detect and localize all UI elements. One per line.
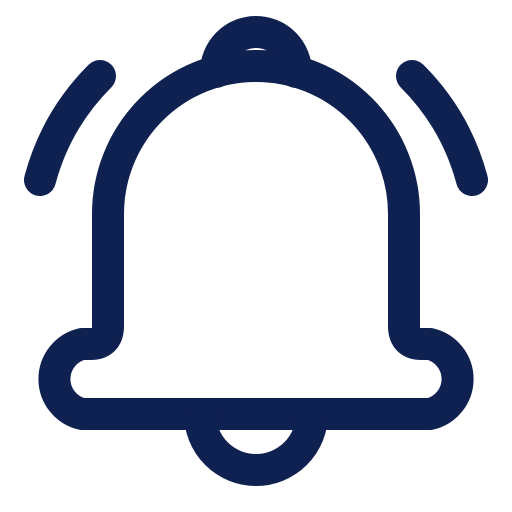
- notification-bell-icon: [24, 16, 488, 486]
- bell-body-icon: [38, 50, 474, 430]
- ring-wave-left-icon: [24, 60, 116, 196]
- icon-canvas: [0, 0, 512, 512]
- ring-wave-right-icon: [396, 60, 488, 196]
